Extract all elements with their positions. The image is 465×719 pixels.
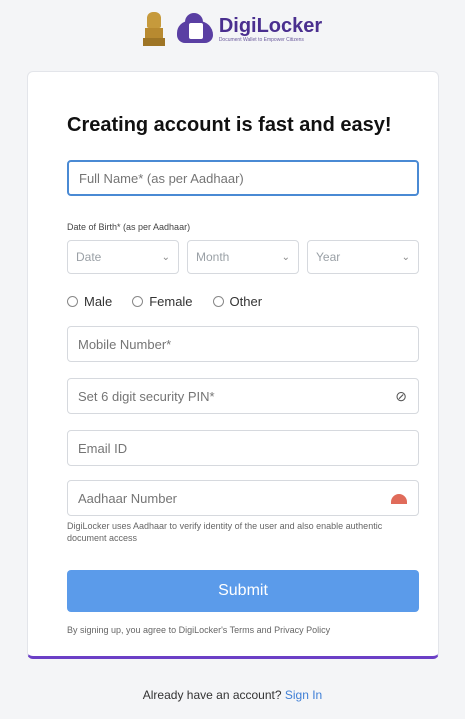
signup-card: Creating account is fast and easy! Date … <box>27 71 439 659</box>
gender-label-female: Female <box>149 294 193 309</box>
signin-prompt: Already have an account? Sign In <box>0 688 465 702</box>
dob-month-select[interactable]: Month ⌄ <box>187 240 299 274</box>
dob-year-select[interactable]: Year ⌄ <box>307 240 419 274</box>
dob-label: Date of Birth* (as per Aadhaar) <box>67 222 191 232</box>
gender-radio-other[interactable]: Other <box>212 294 263 309</box>
aadhaar-icon <box>391 490 407 504</box>
chevron-down-icon: ⌄ <box>281 251 290 263</box>
national-emblem-icon <box>142 12 165 46</box>
sign-in-link[interactable]: Sign In <box>285 688 322 702</box>
digilocker-cloud-icon <box>176 13 213 45</box>
dob-year-value: Year <box>316 250 341 264</box>
gender-radio-female[interactable]: Female <box>132 294 193 309</box>
terms-text: By signing up, you agree to DigiLocker's… <box>67 625 331 635</box>
aadhaar-helper-text: DigiLocker uses Aadhaar to verify identi… <box>67 521 383 544</box>
pin-field: ⊘ <box>67 378 419 414</box>
dob-date-select[interactable]: Date ⌄ <box>67 240 179 274</box>
security-pin-input[interactable] <box>67 378 419 414</box>
gender-radio-male[interactable]: Male <box>67 294 112 309</box>
radio-circle-icon <box>67 296 78 307</box>
chevron-down-icon: ⌄ <box>161 251 170 263</box>
email-input[interactable] <box>67 430 419 466</box>
brand-name: DigiLocker <box>218 14 323 37</box>
form-title: Creating account is fast and easy! <box>67 114 392 136</box>
gender-radio-group: Male Female Other <box>67 294 262 309</box>
eye-slash-icon[interactable]: ⊘ <box>395 388 407 405</box>
chevron-down-icon: ⌄ <box>401 251 410 263</box>
header: DigiLocker Document Wallet to Empower Ci… <box>0 0 465 58</box>
submit-button[interactable]: Submit <box>67 570 419 612</box>
dob-date-value: Date <box>76 250 102 264</box>
dob-month-value: Month <box>196 250 230 264</box>
gender-label-other: Other <box>229 294 263 309</box>
digilocker-logo[interactable]: DigiLocker Document Wallet to Empower Ci… <box>176 13 323 45</box>
full-name-input[interactable] <box>67 160 419 196</box>
gender-label-male: Male <box>84 294 113 309</box>
radio-circle-icon <box>212 296 224 307</box>
signin-prompt-text: Already have an account? <box>142 688 282 702</box>
mobile-number-input[interactable] <box>67 326 419 362</box>
aadhaar-field <box>67 480 419 516</box>
aadhaar-number-input[interactable] <box>67 480 419 516</box>
brand-tagline: Document Wallet to Empower Citizens <box>218 36 304 43</box>
radio-circle-icon <box>132 296 144 307</box>
